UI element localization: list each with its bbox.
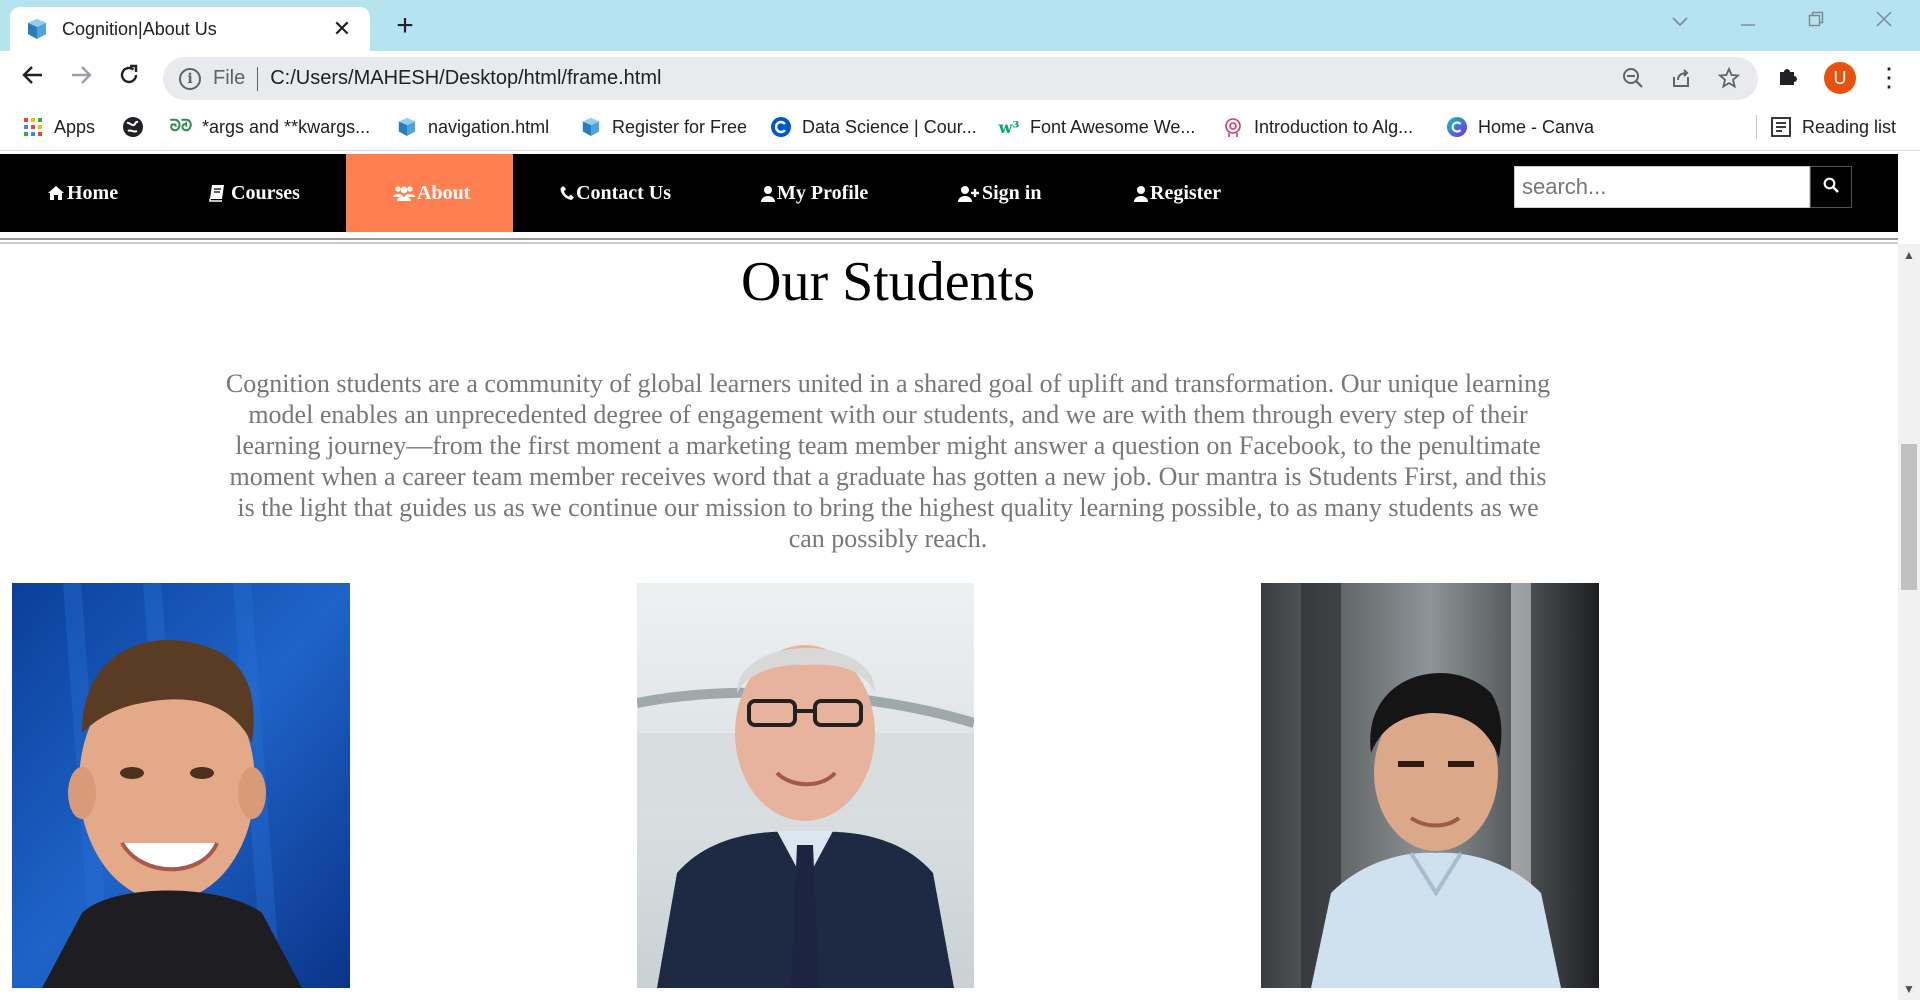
browser-toolbar: i File C:/Users/MAHESH/Desktop/html/fram…: [0, 51, 1920, 106]
reading-list-button[interactable]: Reading list: [1756, 115, 1897, 139]
user-icon: [1134, 185, 1148, 202]
search-button[interactable]: [1810, 166, 1852, 208]
bookmarks-bar: Apps ᘐᘑ *args and **kwargs... navigation…: [0, 106, 1920, 151]
close-window-icon[interactable]: [1864, 10, 1904, 33]
home-icon: [47, 185, 65, 201]
coursera-icon: [770, 116, 792, 138]
users-icon: [393, 185, 415, 201]
url-scheme: File: [213, 67, 246, 89]
browser-tab[interactable]: Cognition|About Us ✕: [10, 7, 370, 51]
back-arrow-icon[interactable]: [16, 63, 50, 95]
browser-titlebar: Cognition|About Us ✕ +: [0, 0, 1920, 51]
nav-my-profile[interactable]: My Profile: [761, 154, 868, 232]
bookmark-label: Font Awesome We...: [1030, 116, 1196, 137]
bookmark-label: Home - Canva: [1478, 116, 1595, 137]
scroll-down-arrow-icon[interactable]: ▼: [1898, 982, 1920, 996]
html-file-icon: [396, 116, 418, 138]
nav-courses[interactable]: Courses: [209, 154, 300, 232]
nav-label: Home: [67, 181, 119, 204]
bookmark-label: Apps: [54, 116, 96, 137]
search-icon: [1823, 177, 1839, 198]
restore-icon[interactable]: [1796, 10, 1836, 33]
browser-menu-icon[interactable]: ⋮: [1876, 60, 1902, 94]
profile-avatar[interactable]: U: [1824, 62, 1856, 94]
nav-label: Courses: [231, 181, 300, 204]
page-heading: Our Students: [741, 251, 1035, 313]
url-text[interactable]: C:/Users/MAHESH/Desktop/html/frame.html: [270, 67, 661, 90]
bookmark-star-icon[interactable]: [1714, 66, 1744, 95]
tab-title: Cognition|About Us: [62, 18, 217, 39]
globe-icon: [122, 116, 144, 138]
zoom-out-icon[interactable]: [1618, 67, 1648, 95]
nav-label: About: [417, 181, 471, 204]
student-photo-1: [12, 583, 350, 988]
geeksforgeeks-icon: ᘐᘑ: [169, 118, 193, 135]
bookmark-algorithms[interactable]: Introduction to Alg...: [1222, 116, 1413, 138]
new-tab-button[interactable]: +: [390, 11, 420, 41]
student-photo-2: [637, 583, 974, 988]
user-plus-icon: [958, 185, 980, 202]
w3schools-icon: w³: [998, 117, 1020, 137]
student-photo-3: [1261, 583, 1599, 988]
url-separator: [257, 66, 259, 91]
scrollbar-thumb[interactable]: [1901, 444, 1917, 590]
apps-grid-icon: [22, 116, 44, 138]
bookmark-label: *args and **kwargs...: [202, 116, 371, 137]
nav-contact[interactable]: Contact Us: [560, 154, 671, 232]
bookmark-label: Register for Free: [612, 116, 748, 137]
reading-list-label: Reading list: [1802, 116, 1897, 137]
bookmark-globe[interactable]: [122, 116, 154, 138]
nav-label: My Profile: [777, 181, 869, 204]
nav-register[interactable]: Register: [1134, 154, 1221, 232]
canva-icon: [1446, 116, 1468, 138]
search-input[interactable]: search...: [1514, 166, 1810, 208]
book-icon: [209, 184, 225, 202]
section-divider: [0, 238, 1898, 244]
page-scrollbar[interactable]: [1898, 244, 1920, 1000]
user-icon: [761, 185, 775, 202]
bookmark-navigation[interactable]: navigation.html: [396, 116, 549, 138]
students-description: Cognition students are a community of gl…: [225, 369, 1551, 553]
nav-sign-in[interactable]: Sign in: [958, 154, 1041, 232]
bookmark-apps[interactable]: Apps: [22, 116, 95, 138]
bookmark-font-awesome[interactable]: w³ Font Awesome We...: [998, 116, 1196, 138]
close-tab-icon[interactable]: ✕: [330, 16, 354, 42]
share-icon[interactable]: [1666, 67, 1696, 95]
forward-arrow-icon[interactable]: [64, 63, 98, 95]
reload-icon[interactable]: [112, 63, 146, 95]
bookmark-label: Data Science | Cour...: [802, 116, 977, 137]
minimize-icon[interactable]: [1728, 10, 1768, 33]
html-file-icon: [580, 116, 602, 138]
bookmark-label: Introduction to Alg...: [1254, 116, 1414, 137]
bookmark-data-science[interactable]: Data Science | Cour...: [770, 116, 977, 138]
address-bar[interactable]: i File C:/Users/MAHESH/Desktop/html/fram…: [163, 57, 1758, 100]
scroll-up-arrow-icon[interactable]: ▲: [1898, 248, 1920, 262]
phone-icon: [560, 185, 574, 201]
extensions-puzzle-icon[interactable]: [1776, 64, 1800, 95]
tab-search-icon[interactable]: [1660, 10, 1700, 33]
bookmark-args-kwargs[interactable]: ᘐᘑ *args and **kwargs...: [170, 116, 370, 138]
nav-label: Register: [1150, 181, 1222, 204]
reading-list-icon: [1770, 116, 1792, 138]
nav-about[interactable]: About: [346, 154, 513, 232]
algorithm-icon: [1222, 116, 1244, 138]
site-navbar: Home Courses About Contact Us My Profile…: [0, 154, 1898, 232]
bookmark-canva[interactable]: Home - Canva: [1446, 116, 1594, 138]
bookmark-register[interactable]: Register for Free: [580, 116, 747, 138]
bookmark-label: navigation.html: [428, 116, 550, 137]
bookmarks-divider: [1756, 115, 1757, 139]
nav-home[interactable]: Home: [47, 154, 118, 232]
html-file-icon: [26, 18, 48, 40]
nav-label: Sign in: [982, 181, 1042, 204]
info-icon[interactable]: i: [179, 67, 201, 90]
nav-label: Contact Us: [576, 181, 671, 204]
